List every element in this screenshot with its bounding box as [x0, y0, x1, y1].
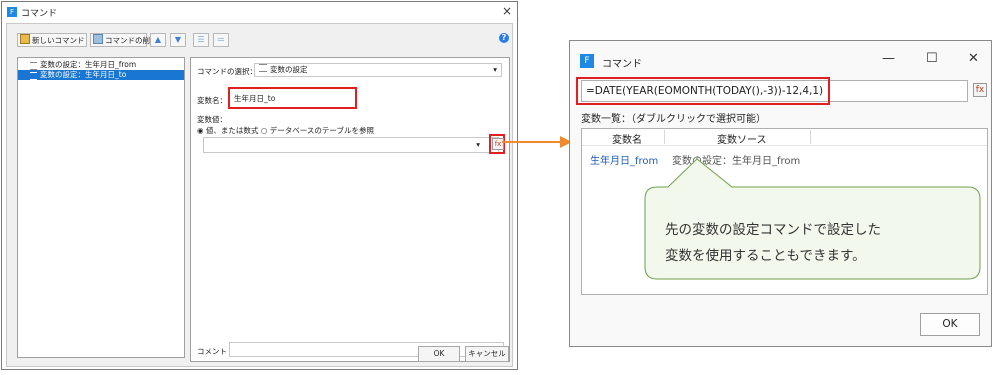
tree-item-label: 変数の設定：生年月日_to: [40, 70, 127, 79]
var-name-field[interactable]: 生年月日_to: [228, 87, 357, 109]
close-button[interactable]: ✕: [968, 51, 979, 66]
var-value-input[interactable]: ▾: [203, 137, 499, 153]
new-command-button[interactable]: 新しいコマンド: [17, 33, 87, 47]
callout-text: 先の変数の設定コマンドで設定した 変数を使用することもできます。: [665, 217, 881, 269]
cancel-button[interactable]: キャンセル: [465, 346, 509, 362]
callout-line-2: 変数を使用することもできます。: [665, 248, 866, 264]
help-icon[interactable]: ?: [499, 33, 509, 43]
var-value-label: 変数値：: [197, 115, 227, 124]
minimize-button[interactable]: —: [882, 51, 895, 66]
list-button[interactable]: ≔: [213, 33, 229, 47]
radio-literal[interactable]: ◉: [197, 126, 204, 135]
chevron-down-icon: ▾: [476, 140, 480, 149]
var-name-label: 変数名：: [197, 96, 227, 105]
move-down-button[interactable]: ▼: [170, 33, 186, 47]
formula-highlight: [576, 77, 830, 105]
tree-item-label: 変数の設定：生年月日_from: [40, 60, 137, 69]
delete-command-icon: [93, 34, 103, 44]
connector-arrow: [502, 136, 572, 148]
command-properties-panel: コマンドの選択： 変数の設定 ▾ 変数名： 生年月日_to 変数値： ◉ 値、ま…: [190, 57, 510, 362]
command-tree: 変数の設定：生年月日_from 変数の設定：生年月日_to: [17, 57, 185, 358]
callout-bubble: [644, 158, 981, 280]
radio-table[interactable]: ○: [261, 126, 268, 135]
ok-button[interactable]: OK: [418, 346, 460, 362]
close-button[interactable]: ×: [502, 4, 512, 18]
variable-icon: [30, 72, 37, 80]
variable-icon: [259, 64, 267, 72]
radio-table-label: データベースのテーブルを参照: [269, 126, 374, 135]
indent-button[interactable]: ☰: [193, 33, 209, 47]
chevron-down-icon: ▾: [493, 65, 497, 74]
command-select-combo[interactable]: 変数の設定 ▾: [254, 63, 502, 77]
comment-label: コメント: [197, 347, 227, 356]
comment-field[interactable]: [229, 342, 504, 357]
title-bar: F コマンド ×: [2, 2, 517, 22]
radio-literal-label: 値、または数式: [205, 126, 259, 135]
maximize-button[interactable]: ☐: [926, 51, 938, 66]
command-dialog-left: F コマンド × 新しいコマンド コマンドの削除 ▲ ▼ ☰ ≔ ? 変数の設定…: [1, 1, 518, 370]
command-select-label: コマンドの選択：: [197, 67, 257, 76]
callout-line-1: 先の変数の設定コマンドで設定した: [665, 222, 881, 238]
command-dialog-right: F コマンド — ☐ ✕ =DATE(YEAR(EOMONTH(TODAY(),…: [569, 40, 992, 347]
var-name-value: 生年月日_to: [234, 94, 276, 103]
formula-editor-button[interactable]: fx: [973, 83, 987, 97]
tree-item-to[interactable]: 変数の設定：生年月日_to: [18, 70, 184, 80]
var-value-options: ◉ 値、または数式 ○ データベースのテーブルを参照: [197, 125, 374, 136]
dialog-title: コマンド: [602, 59, 642, 70]
dialog-title: コマンド: [21, 9, 58, 19]
new-command-icon: [20, 34, 30, 44]
variable-list-label: 変数一覧：（ダブルクリックで選択可能）: [581, 114, 766, 125]
move-up-button[interactable]: ▲: [150, 33, 166, 47]
app-icon: F: [580, 54, 594, 68]
new-command-label: 新しいコマンド: [32, 36, 85, 45]
app-icon: F: [7, 7, 17, 17]
delete-command-button[interactable]: コマンドの削除: [90, 33, 158, 47]
command-select-value: 変数の設定: [270, 65, 308, 74]
ok-button[interactable]: OK: [920, 313, 980, 336]
variable-icon: [30, 62, 37, 70]
dialog-body: 新しいコマンド コマンドの削除 ▲ ▼ ☰ ≔ ? 変数の設定：生年月日_fro…: [6, 23, 513, 367]
tree-item-from[interactable]: 変数の設定：生年月日_from: [18, 60, 184, 70]
